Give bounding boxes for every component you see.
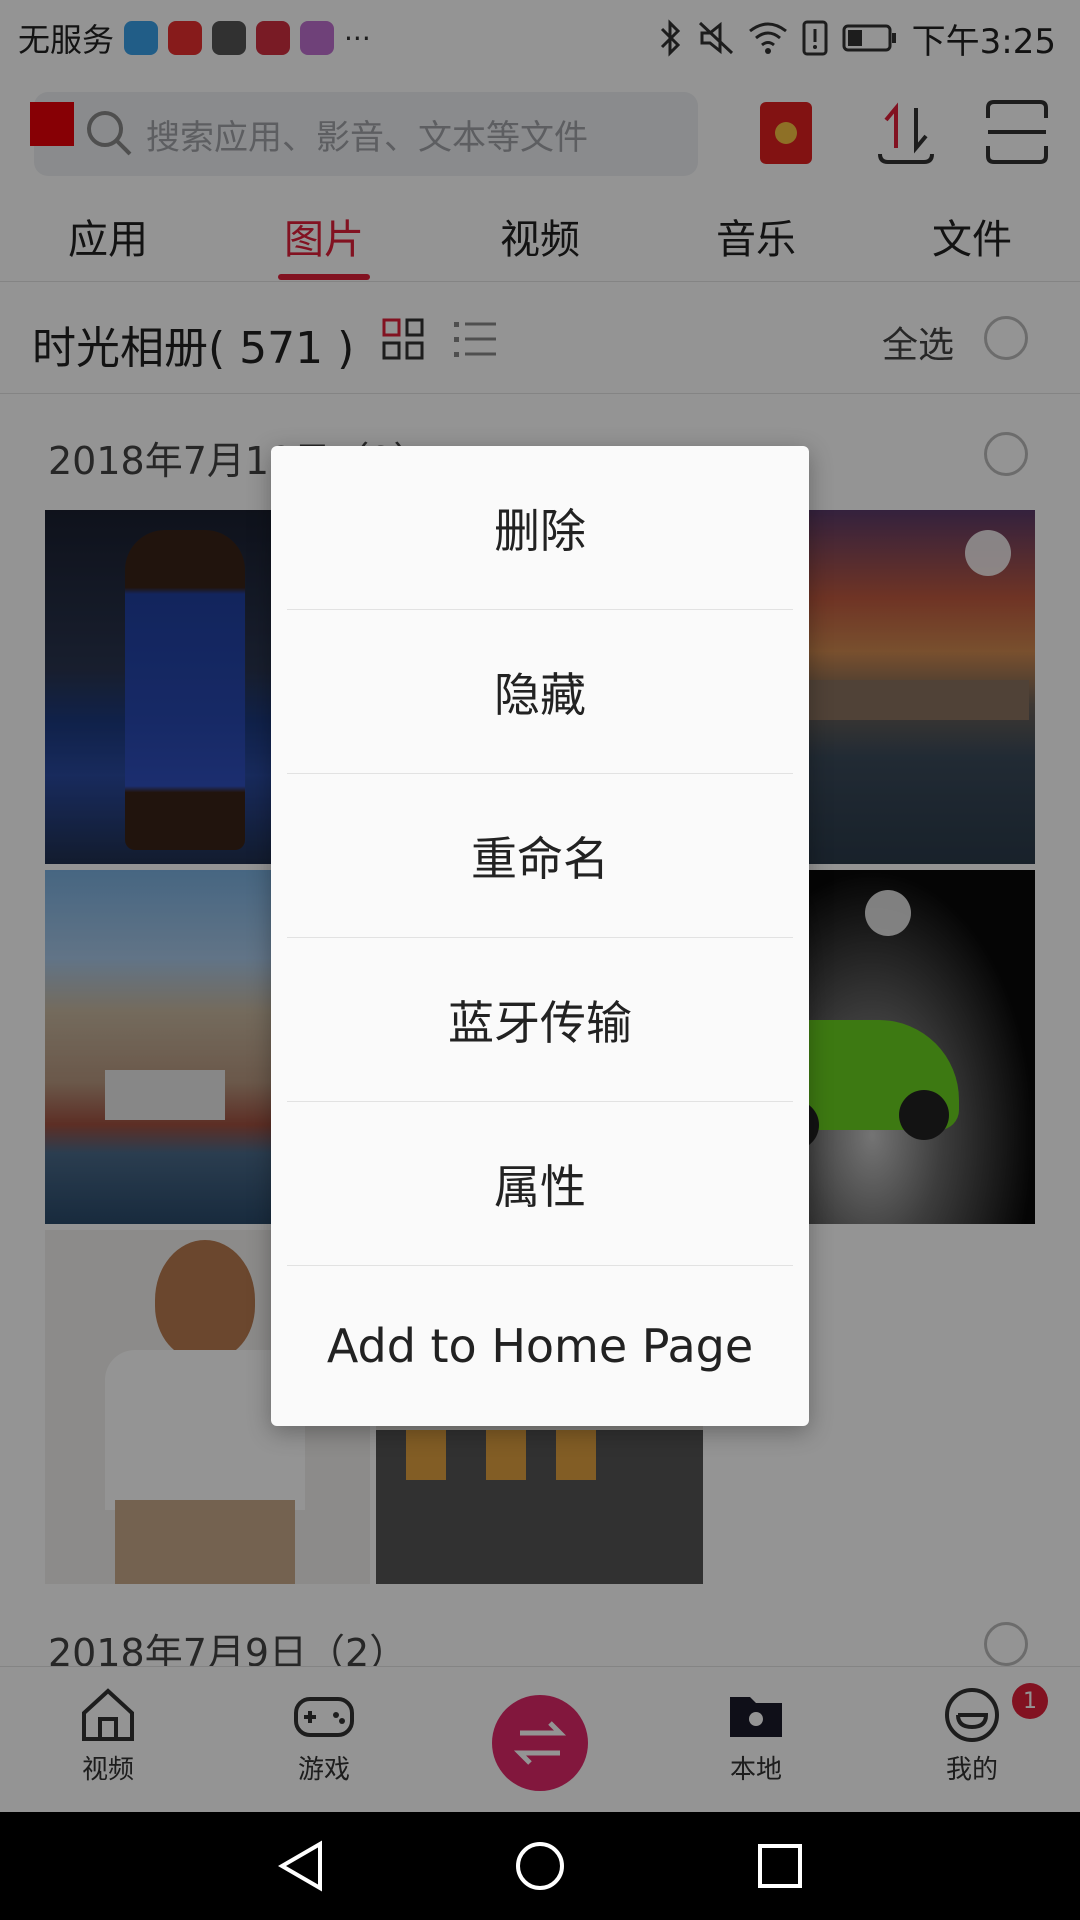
home-circle-icon[interactable]: [514, 1840, 566, 1892]
context-menu-dialog: 删除 隐藏 重命名 蓝牙传输 属性 Add to Home Page: [271, 446, 809, 1426]
menu-item-hide[interactable]: 隐藏: [271, 610, 809, 773]
system-navigation-bar: [0, 1812, 1080, 1920]
menu-item-add-to-home-page[interactable]: Add to Home Page: [271, 1266, 809, 1426]
back-icon[interactable]: [276, 1840, 326, 1892]
menu-item-properties[interactable]: 属性: [271, 1102, 809, 1265]
menu-item-rename[interactable]: 重命名: [271, 774, 809, 937]
menu-item-bluetooth-transfer[interactable]: 蓝牙传输: [271, 938, 809, 1101]
menu-item-delete[interactable]: 删除: [271, 446, 809, 609]
recents-icon[interactable]: [756, 1842, 804, 1890]
